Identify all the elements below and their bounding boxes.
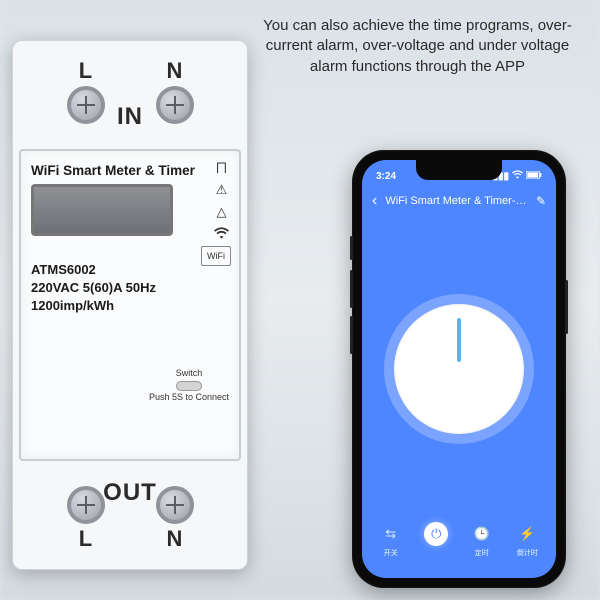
- caption-text: You can also achieve the time programs, …: [255, 16, 580, 77]
- switch-area: Switch Push 5S to Connect: [149, 369, 229, 403]
- phone-volume-up[interactable]: [350, 270, 353, 308]
- terminal-N-out: N: [156, 486, 194, 552]
- switch-subtext: Push 5S to Connect: [149, 392, 229, 402]
- meter-faceplate: WiFi Smart Meter & Timer ⨅ ⚠ △ WiFi ATMS…: [19, 149, 241, 461]
- bottom-controls: ⇆ 开关 ⏻ 🕒 定时 ⚡ 倒计时: [362, 522, 556, 578]
- indicator-column: ⨅ ⚠ △: [214, 161, 229, 242]
- phone-power-button[interactable]: [565, 280, 568, 334]
- back-icon[interactable]: ‹: [372, 192, 377, 210]
- dial-area: [362, 216, 556, 522]
- screw-icon: [156, 86, 194, 124]
- model-number: ATMS6002: [31, 262, 229, 277]
- timer-label: 定时: [475, 548, 489, 558]
- app-title-bar: ‹ WiFi Smart Meter & Timer-… ✎: [362, 186, 556, 216]
- countdown-button[interactable]: ⚡ 倒计时: [505, 522, 549, 558]
- edit-icon[interactable]: ✎: [536, 194, 546, 208]
- phone-screen: 3:24 ▮▮▮ ‹ WiFi Smart Meter & Timer-… ✎ …: [362, 160, 556, 578]
- terminal-label-L: L: [79, 58, 92, 84]
- countdown-label: 倒计时: [517, 548, 538, 558]
- physical-switch[interactable]: [176, 381, 202, 391]
- switch-label: Switch: [176, 368, 203, 378]
- app-page-title: WiFi Smart Meter & Timer-…: [385, 195, 528, 207]
- power-dial[interactable]: [394, 304, 524, 434]
- screw-icon: [67, 86, 105, 124]
- status-time: 3:24: [376, 171, 396, 182]
- toggle-label: 开关: [384, 548, 398, 558]
- clock-icon: 🕒: [470, 522, 494, 546]
- alarm-icon: ⚠: [216, 183, 228, 196]
- smart-meter-device: L N IN WiFi Smart Meter & Timer ⨅ ⚠ △ Wi…: [12, 40, 248, 570]
- terminal-L-out: L: [67, 486, 105, 552]
- wifi-icon: [214, 227, 229, 242]
- screw-icon: [67, 486, 105, 524]
- smartphone: 3:24 ▮▮▮ ‹ WiFi Smart Meter & Timer-… ✎ …: [352, 150, 566, 588]
- terminal-N-in: N: [156, 58, 194, 124]
- bolt-icon: ⚡: [515, 522, 539, 546]
- spec-line-2: 1200imp/kWh: [31, 298, 229, 313]
- wifi-icon: [512, 170, 523, 182]
- terminal-L-in: L: [67, 58, 105, 124]
- toggle-icon: ⇆: [379, 522, 403, 546]
- timer-button[interactable]: 🕒 定时: [460, 522, 504, 558]
- power-button[interactable]: ⏻: [414, 522, 458, 548]
- toggle-button[interactable]: ⇆ 开关: [369, 522, 413, 558]
- terminal-label-N: N: [167, 58, 183, 84]
- output-terminals: L N: [13, 475, 247, 563]
- terminal-label-L: L: [79, 526, 92, 552]
- warning-icon: △: [217, 205, 227, 218]
- input-label: IN: [117, 103, 143, 131]
- battery-icon: [526, 171, 542, 182]
- phone-volume-down[interactable]: [350, 316, 353, 354]
- wifi-chip-label: WiFi: [201, 246, 231, 266]
- screw-icon: [156, 486, 194, 524]
- lcd-display: [31, 184, 173, 236]
- power-icon: ⏻: [424, 522, 448, 546]
- terminal-label-N: N: [167, 526, 183, 552]
- device-title: WiFi Smart Meter & Timer: [31, 163, 229, 178]
- phone-mute-switch[interactable]: [350, 236, 353, 260]
- pulse-icon: ⨅: [216, 161, 226, 174]
- spec-line-1: 220VAC 5(60)A 50Hz: [31, 280, 229, 295]
- phone-notch: [416, 160, 502, 180]
